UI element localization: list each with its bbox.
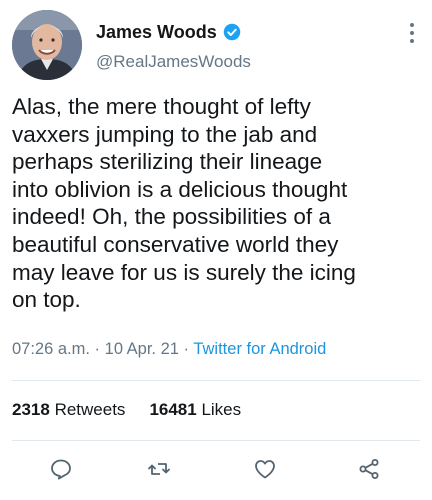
tweet-text-line: vaxxers jumping to the jab and <box>12 121 318 147</box>
tweet-meta: 07:26 a.m. · 10 Apr. 21 · Twitter for An… <box>12 340 326 359</box>
meta-separator: · <box>178 340 194 358</box>
avatar[interactable] <box>12 10 82 80</box>
retweets-label: Retweets <box>54 400 126 419</box>
reply-icon[interactable] <box>48 456 74 482</box>
tweet-stats: 2318 Retweets 16481 Likes <box>12 400 241 420</box>
retweet-icon[interactable] <box>146 456 172 482</box>
likes-count: 16481 <box>149 400 197 419</box>
tweet-time[interactable]: 07:26 a.m. <box>12 340 90 358</box>
meta-separator: · <box>89 340 105 358</box>
action-bar <box>0 448 432 488</box>
divider <box>12 380 420 381</box>
display-name[interactable]: James Woods <box>96 22 217 43</box>
share-icon[interactable] <box>356 456 382 482</box>
avatar-photo <box>12 10 82 80</box>
likes-label: Likes <box>201 400 242 419</box>
tweet-text-line: into oblivion is a delicious thought <box>12 176 348 202</box>
tweet-date[interactable]: 10 Apr. 21 <box>105 340 179 358</box>
retweets-count: 2318 <box>12 400 50 419</box>
likes-stat[interactable]: 16481 Likes <box>149 400 241 419</box>
display-name-row: James Woods <box>96 20 251 44</box>
tweet-text-line: perhaps sterilizing their lineage <box>12 149 323 175</box>
like-icon[interactable] <box>252 456 278 482</box>
tweet-text-line: on top. <box>12 287 81 313</box>
verified-badge-icon <box>223 23 241 41</box>
tweet-text-line: may leave for us is surely the icing <box>12 259 356 285</box>
retweets-stat[interactable]: 2318 Retweets <box>12 400 125 419</box>
divider <box>12 440 420 441</box>
tweet-text-line: Alas, the mere thought of lefty <box>12 94 311 119</box>
tweet-text-line: beautiful conservative world they <box>12 231 339 257</box>
tweet-header: James Woods @RealJamesWoods <box>10 10 422 84</box>
author-block: James Woods @RealJamesWoods <box>96 20 251 72</box>
tweet-text: Alas, the mere thought of lefty vaxxers … <box>12 93 424 314</box>
tweet-card: James Woods @RealJamesWoods Alas, the me… <box>0 0 432 500</box>
tweet-text-line: indeed! Oh, the possibilities of a <box>12 204 331 230</box>
more-options-icon[interactable] <box>402 16 422 50</box>
user-handle[interactable]: @RealJamesWoods <box>96 52 251 72</box>
tweet-source-link[interactable]: Twitter for Android <box>193 340 326 358</box>
